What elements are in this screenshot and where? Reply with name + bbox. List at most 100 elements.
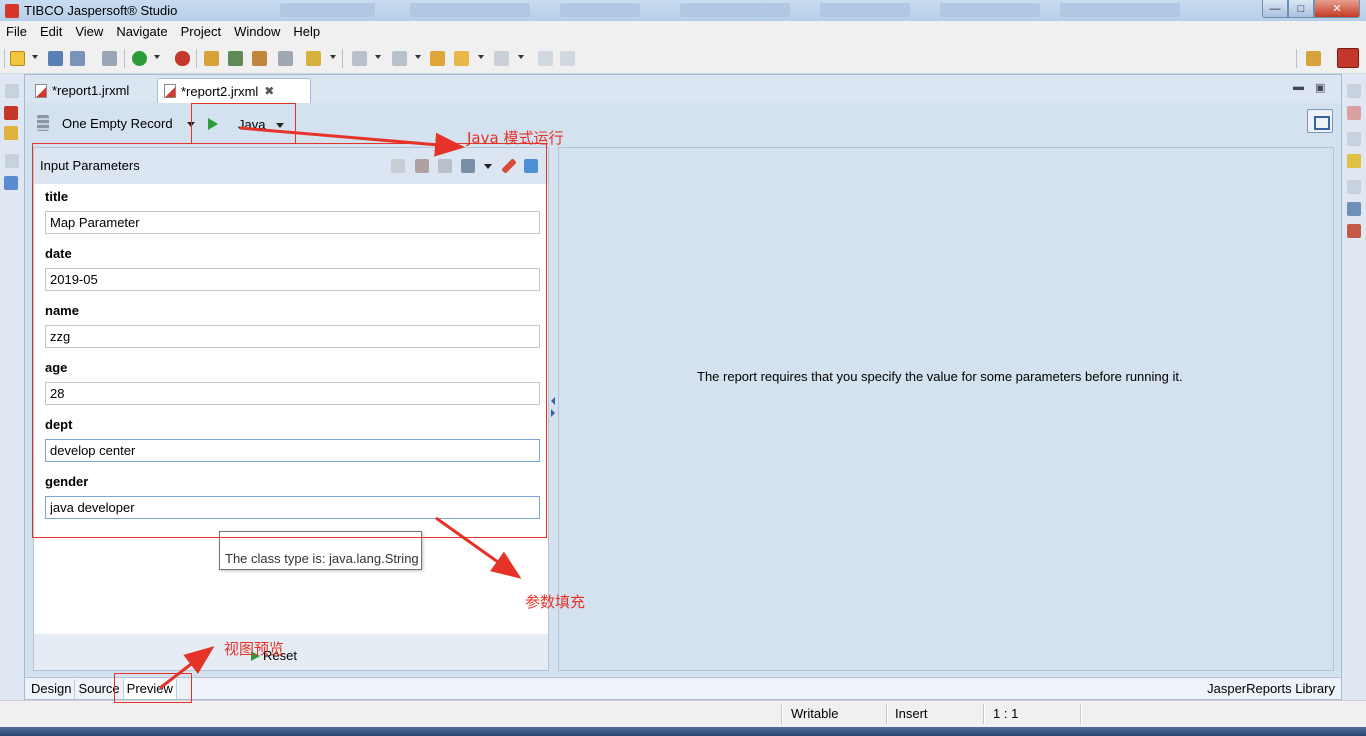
import-params-icon[interactable]	[415, 159, 429, 173]
menu-file[interactable]: File	[6, 24, 27, 39]
debug-bug-icon[interactable]	[175, 51, 190, 66]
param-layout-icon[interactable]	[461, 159, 475, 173]
status-writable: Writable	[791, 706, 839, 721]
export-params-icon[interactable]	[391, 159, 405, 173]
undo-icon[interactable]	[538, 51, 553, 66]
chevron-down-icon[interactable]	[276, 123, 284, 128]
background-window-ghost	[560, 3, 640, 17]
new-report-icon[interactable]	[204, 51, 219, 66]
default-values-icon[interactable]	[524, 159, 538, 173]
back-arrow-icon[interactable]	[454, 51, 469, 66]
outline-icon[interactable]	[4, 176, 18, 190]
param-input-title[interactable]	[45, 211, 540, 234]
menu-project[interactable]: Project	[181, 24, 221, 39]
tab-design[interactable]: Design	[28, 678, 76, 699]
save-all-icon[interactable]	[70, 51, 85, 66]
status-position: 1 : 1	[993, 706, 1019, 721]
toolbar-separator	[4, 49, 5, 68]
param-input-gender[interactable]	[45, 496, 540, 519]
minimize-button[interactable]: —	[1262, 0, 1288, 18]
jrxml-file-icon	[164, 84, 176, 98]
new-dataset-icon[interactable]	[228, 51, 243, 66]
report-preview-area: The report requires that you specify the…	[558, 147, 1334, 671]
status-separator	[983, 704, 985, 724]
jaspersoft-perspective-icon[interactable]	[1337, 48, 1359, 68]
tab-report1[interactable]: *report1.jrxml	[29, 78, 157, 103]
param-input-name[interactable]	[45, 325, 540, 348]
run-icon[interactable]	[132, 51, 147, 66]
chevron-down-icon[interactable]	[518, 55, 524, 59]
toolbar-separator	[342, 49, 343, 68]
publish-icon[interactable]	[278, 51, 293, 66]
collapse-right-icon[interactable]	[551, 409, 555, 417]
menu-help[interactable]: Help	[293, 24, 320, 39]
chevron-down-icon[interactable]	[375, 55, 381, 59]
project-explorer-icon[interactable]	[4, 126, 18, 140]
background-window-ghost	[820, 3, 910, 17]
chevron-down-icon[interactable]	[478, 55, 484, 59]
sort-params-icon[interactable]	[438, 159, 452, 173]
param-input-date[interactable]	[45, 268, 540, 291]
menu-view[interactable]: View	[75, 24, 103, 39]
close-icon[interactable]: ✖	[264, 84, 274, 98]
close-window-button[interactable]: ✕	[1314, 0, 1360, 18]
background-window-ghost	[1060, 3, 1180, 17]
windows-taskbar	[0, 727, 1366, 736]
next-annotation-icon[interactable]	[352, 51, 367, 66]
collapse-left-icon[interactable]	[551, 397, 555, 405]
repository-explorer-icon[interactable]	[4, 106, 18, 120]
wizard-icon[interactable]	[252, 51, 267, 66]
menu-bar: File Edit View Navigate Project Window H…	[0, 21, 1366, 42]
restore-icon[interactable]	[5, 154, 19, 168]
toolbar-separator	[196, 49, 197, 68]
restore-icon[interactable]	[1347, 84, 1361, 98]
chevron-down-icon[interactable]	[187, 122, 195, 127]
compile-icon[interactable]	[102, 51, 117, 66]
tab-report2[interactable]: *report2.jrxml ✖	[157, 78, 311, 103]
menu-navigate[interactable]: Navigate	[116, 24, 167, 39]
chevron-down-icon[interactable]	[415, 55, 421, 59]
open-perspective-icon[interactable]	[1306, 51, 1321, 66]
param-input-dept[interactable]	[45, 439, 540, 462]
tab-preview[interactable]: Preview	[123, 678, 177, 699]
chevron-down-icon[interactable]	[154, 55, 160, 59]
preview-toolbar: One Empty Record Java	[25, 103, 1341, 143]
restore-icon[interactable]	[1347, 132, 1361, 146]
data-adapter-selector[interactable]: One Empty Record	[62, 116, 173, 131]
minimize-view-icon[interactable]: ▬	[1293, 81, 1304, 93]
save-icon[interactable]	[48, 51, 63, 66]
main-toolbar	[0, 42, 1366, 74]
previous-annotation-icon[interactable]	[392, 51, 407, 66]
chevron-down-icon[interactable]	[330, 55, 336, 59]
menu-window[interactable]: Window	[234, 24, 280, 39]
new-icon[interactable]	[10, 51, 25, 66]
tab-label: *report1.jrxml	[52, 83, 130, 98]
param-input-age[interactable]	[45, 382, 540, 405]
annotation-view-preview: 视图预览	[224, 640, 285, 658]
editor-tabs: *report1.jrxml *report2.jrxml ✖ ▬ ▣	[25, 75, 1341, 103]
report-state-icon[interactable]	[1347, 224, 1361, 238]
jrxml-file-icon	[35, 83, 47, 98]
pin-icon[interactable]	[306, 51, 321, 66]
redo-icon[interactable]	[560, 51, 575, 66]
menu-edit[interactable]: Edit	[40, 24, 62, 39]
background-window-ghost	[940, 3, 1040, 17]
maximize-view-icon[interactable]: ▣	[1315, 81, 1325, 94]
palette-icon[interactable]	[1347, 106, 1361, 120]
input-parameters-panel: Input Parameters title date name age dep…	[33, 147, 549, 671]
run-report-icon[interactable]	[208, 118, 218, 130]
run-mode-selector[interactable]: Java	[238, 117, 265, 132]
tab-source[interactable]: Source	[75, 678, 124, 699]
problems-icon[interactable]	[1347, 202, 1361, 216]
chevron-down-icon[interactable]	[32, 55, 38, 59]
maximize-window-button[interactable]: □	[1288, 0, 1314, 18]
restore-icon[interactable]	[5, 84, 19, 98]
restore-icon[interactable]	[1347, 180, 1361, 194]
properties-icon[interactable]	[1347, 154, 1361, 168]
chevron-down-icon[interactable]	[484, 164, 492, 169]
report-maximize-button[interactable]	[1307, 109, 1333, 133]
status-bar: Writable Insert 1 : 1	[0, 700, 1366, 727]
last-edit-icon[interactable]	[430, 51, 445, 66]
forward-arrow-icon[interactable]	[494, 51, 509, 66]
clear-eraser-icon[interactable]	[501, 158, 517, 174]
